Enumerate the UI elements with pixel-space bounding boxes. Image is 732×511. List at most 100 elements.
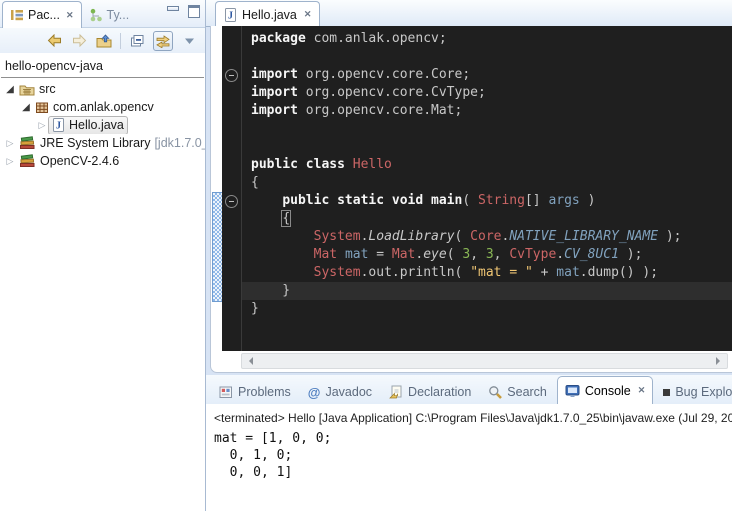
project-root[interactable]: hello-opencv-java (1, 56, 204, 78)
fold-collapse-icon[interactable] (225, 195, 238, 208)
back-button[interactable] (45, 32, 63, 50)
code-line (242, 48, 732, 66)
tab-label: Ty... (107, 8, 130, 22)
code-line: import org.opencv.core.Mat; (242, 102, 732, 120)
code-token: org.opencv.core.Core; (298, 67, 470, 82)
code-token: Hello (353, 157, 392, 172)
console-tab-javadoc[interactable]: @Javadoc (301, 380, 379, 404)
tree-item-com-anlak-opencv[interactable]: ◢ com.anlak.opencv (0, 98, 205, 116)
tree-item-body[interactable]: JRE System Library [jdk1.7.0_25] (16, 135, 205, 152)
folder-up-button[interactable] (95, 32, 113, 50)
tree-item-decoration: [jdk1.7.0_25] (154, 136, 205, 150)
explorer-tab-pac[interactable]: Pac...✕ (2, 1, 82, 28)
search-icon (488, 385, 502, 399)
package-explorer-icon (10, 8, 24, 22)
console-output: mat = [1, 0, 0; 0, 1, 0; 0, 0, 1] (206, 430, 732, 481)
toolbar-separator (120, 33, 121, 49)
view-menu-button[interactable] (180, 32, 198, 50)
code-line: { (242, 210, 732, 228)
link-editor-button[interactable] (153, 31, 173, 51)
back-icon (47, 34, 62, 47)
code-token: System (314, 229, 361, 244)
annotation-ruler[interactable] (211, 26, 222, 351)
tree-item-body[interactable]: JHello.java (48, 116, 128, 134)
console-view: <terminated> Hello [Java Application] C:… (206, 404, 732, 511)
code-editor[interactable]: package com.anlak.opencv; import org.ope… (242, 26, 732, 351)
code-line: } (242, 300, 732, 318)
horizontal-scrollbar[interactable] (241, 353, 728, 369)
svg-text:J: J (228, 10, 233, 21)
scroll-right-icon[interactable] (716, 357, 724, 365)
code-token: System (314, 265, 361, 280)
fold-collapse-icon[interactable] (225, 69, 238, 82)
tree-item-hello-java[interactable]: ▷JHello.java (0, 116, 205, 134)
close-icon[interactable]: ✕ (66, 10, 74, 21)
code-token: args (548, 193, 579, 208)
editor-frame: package com.anlak.opencv; import org.ope… (210, 26, 732, 373)
console-tab-search[interactable]: Search (481, 380, 554, 404)
console-tab-console[interactable]: Console✕ (557, 376, 653, 404)
problems-icon (219, 385, 233, 399)
code-line: } (242, 282, 732, 300)
code-token: ( (455, 229, 471, 244)
tab-label: Bug Explorer (675, 385, 732, 399)
code-token: CvType (509, 247, 556, 262)
expand-arrow-icon[interactable]: ▷ (36, 120, 48, 131)
package-icon (35, 101, 49, 114)
java-file-icon: J (52, 118, 65, 132)
tab-label: Problems (238, 385, 291, 399)
collapse-arrow-icon[interactable]: ◢ (20, 102, 32, 113)
scroll-left-icon[interactable] (245, 357, 253, 365)
tree-item-src[interactable]: ◢ src (0, 80, 205, 98)
maximize-icon[interactable] (188, 5, 200, 18)
console-tab-problems[interactable]: Problems (212, 380, 298, 404)
code-token: import (251, 103, 298, 118)
code-token (251, 193, 282, 208)
collapse-all-button[interactable] (128, 32, 146, 50)
console-output-line: mat = [1, 0, 0; (214, 430, 732, 447)
editor-tabbar: J Hello.java ✕ (206, 0, 732, 27)
minimize-icon[interactable] (167, 6, 179, 11)
code-token: import (251, 85, 298, 100)
console-tab-declaration[interactable]: Declaration (382, 380, 478, 404)
code-token: String (478, 193, 525, 208)
tree-item-body[interactable]: com.anlak.opencv (32, 99, 157, 116)
code-token: { (251, 175, 259, 190)
tree-item-jre-system-library-[interactable]: ▷JRE System Library [jdk1.7.0_25] (0, 134, 205, 152)
code-token: Core (470, 229, 501, 244)
code-token: mat (556, 265, 579, 280)
code-token: { (281, 210, 291, 227)
code-token: import (251, 67, 298, 82)
expand-arrow-icon[interactable]: ▷ (4, 138, 16, 149)
code-token: } (251, 283, 290, 298)
tree-item-label: com.anlak.opencv (53, 100, 154, 114)
code-token: eye (423, 247, 446, 262)
code-token (251, 229, 314, 244)
tree-item-body[interactable]: OpenCV-2.4.6 (16, 153, 122, 170)
type-hierarchy-icon (89, 8, 103, 22)
code-token: ( (455, 265, 471, 280)
editor-area: J Hello.java ✕ package com.anlak.opencv;… (206, 0, 732, 373)
declaration-icon (389, 385, 403, 399)
close-icon[interactable]: ✕ (638, 385, 646, 396)
code-line: System.LoadLibrary( Core.NATIVE_LIBRARY_… (242, 228, 732, 246)
code-line (242, 138, 732, 156)
javadoc-icon: @ (308, 385, 321, 400)
code-token (337, 247, 345, 262)
console-tab-bug-explorer[interactable]: Bug Explorer (656, 380, 732, 404)
collapse-arrow-icon[interactable]: ◢ (4, 84, 16, 95)
code-token: .out. (361, 265, 400, 280)
expand-arrow-icon[interactable]: ▷ (4, 156, 16, 167)
explorer-tab-ty[interactable]: Ty... (82, 3, 137, 27)
close-icon[interactable]: ✕ (304, 9, 312, 20)
forward-button[interactable] (70, 32, 88, 50)
folding-gutter[interactable] (222, 26, 242, 351)
console-output-line: 0, 0, 1] (214, 464, 732, 481)
tab-hello-java[interactable]: J Hello.java ✕ (215, 1, 320, 27)
tree-item-label: src (39, 82, 56, 96)
project-tree: hello-opencv-java ◢ src ◢ com.anlak.opencv ▷… (0, 53, 205, 170)
code-line: Mat mat = Mat.eye( 3, 3, CvType.CV_8UC1 … (242, 246, 732, 264)
tree-item-opencv-2-4-6[interactable]: ▷OpenCV-2.4.6 (0, 152, 205, 170)
tree-item-body[interactable]: src (16, 81, 59, 98)
code-token: } (251, 301, 259, 316)
